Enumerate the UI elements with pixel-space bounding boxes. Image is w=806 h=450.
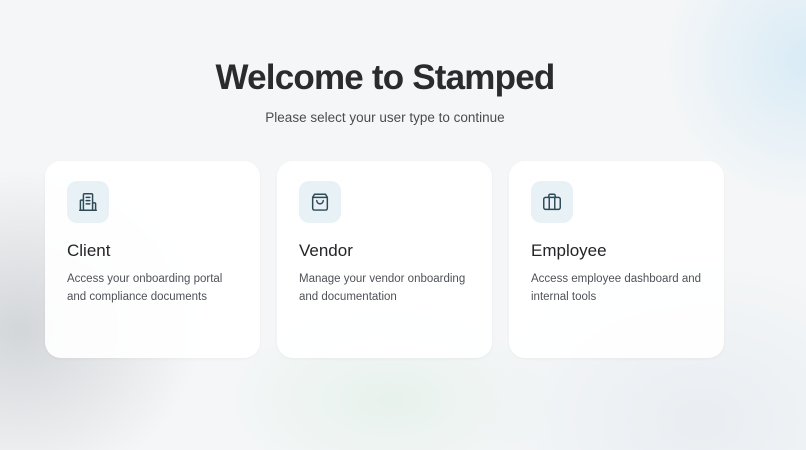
building-icon <box>67 181 109 223</box>
card-title: Vendor <box>299 241 353 260</box>
shopping-bag-icon <box>299 181 341 223</box>
user-type-card-employee[interactable]: Employee Access employee dashboard and i… <box>509 161 724 358</box>
card-title: Employee <box>531 241 607 260</box>
page-title: Welcome to Stamped <box>215 58 556 97</box>
card-description: Manage your vendor onboarding and docume… <box>299 273 466 303</box>
card-title: Client <box>67 241 111 260</box>
user-type-card-vendor[interactable]: Vendor Manage your vendor onboarding and… <box>277 161 492 358</box>
user-type-card-client[interactable]: Client Access your onboarding portal and… <box>45 161 260 358</box>
briefcase-icon <box>531 181 573 223</box>
card-description: Access employee dashboard and internal t… <box>531 273 702 303</box>
page-subtitle: Please select your user type to continue <box>265 110 505 125</box>
card-description: Access your onboarding portal and compli… <box>67 273 223 303</box>
